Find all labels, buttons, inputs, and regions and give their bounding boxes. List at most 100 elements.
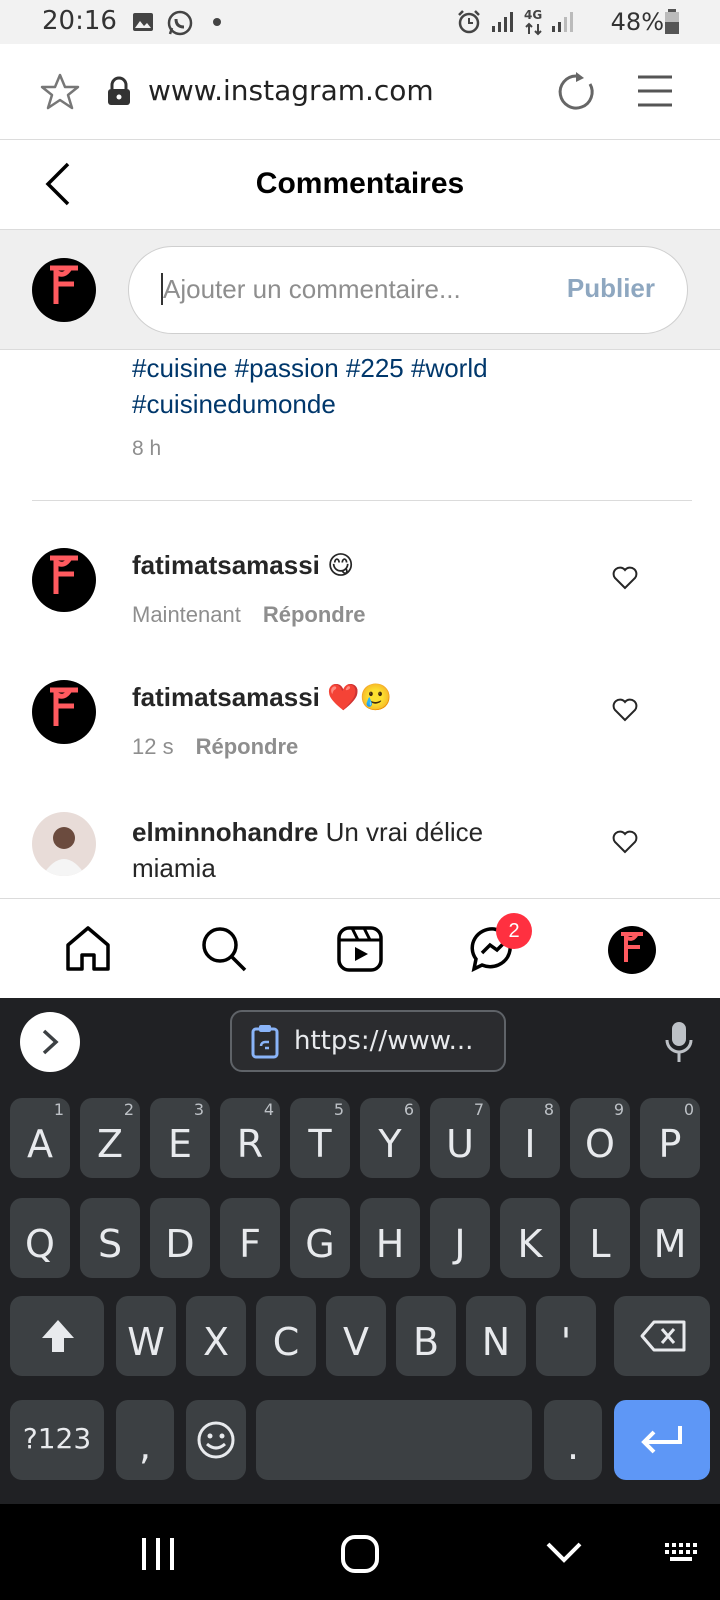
like-heart-icon[interactable] bbox=[612, 566, 638, 590]
gallery-icon bbox=[133, 13, 153, 31]
key-h[interactable]: H bbox=[360, 1198, 420, 1278]
key-p[interactable]: P0 bbox=[640, 1098, 700, 1178]
keyboard-switch-icon[interactable] bbox=[664, 1542, 698, 1564]
key-o[interactable]: O9 bbox=[570, 1098, 630, 1178]
key-label: T bbox=[308, 1122, 332, 1166]
home-button-icon[interactable] bbox=[340, 1534, 380, 1574]
key-l[interactable]: L bbox=[570, 1198, 630, 1278]
key-a[interactable]: A1 bbox=[10, 1098, 70, 1178]
comment-text: Un vrai délice bbox=[325, 817, 484, 847]
key-t[interactable]: T5 bbox=[290, 1098, 350, 1178]
publish-button[interactable]: Publier bbox=[567, 273, 655, 304]
key-label: F bbox=[239, 1222, 261, 1266]
lock-icon bbox=[108, 76, 130, 105]
key-j[interactable]: J bbox=[430, 1198, 490, 1278]
clipboard-suggestion[interactable]: https://www... bbox=[230, 1010, 506, 1072]
key-r[interactable]: R4 bbox=[220, 1098, 280, 1178]
key-hint-number: 5 bbox=[333, 1100, 344, 1119]
reply-button[interactable]: Répondre bbox=[196, 734, 299, 759]
key-v[interactable]: V bbox=[326, 1296, 386, 1376]
key-label: D bbox=[165, 1222, 195, 1266]
bottom-navigation: 2 bbox=[0, 898, 720, 998]
network-type: 4G bbox=[524, 8, 543, 22]
key-label: Y bbox=[378, 1122, 402, 1166]
key-x[interactable]: X bbox=[186, 1296, 246, 1376]
comment-body: elminnohandre Un vrai délice miamia bbox=[132, 814, 572, 886]
key-label: N bbox=[481, 1320, 511, 1364]
key-label: V bbox=[343, 1320, 369, 1364]
reply-button[interactable]: Répondre bbox=[263, 602, 366, 627]
url-field[interactable]: www.instagram.com bbox=[148, 74, 434, 107]
like-heart-icon[interactable] bbox=[612, 830, 638, 854]
signal-2-icon bbox=[552, 12, 573, 32]
comment-text: 😋 bbox=[327, 550, 355, 580]
comment-time: 12 s bbox=[132, 734, 174, 759]
comment-avatar[interactable] bbox=[32, 548, 96, 612]
hashtags-line-2[interactable]: #cuisinedumonde bbox=[132, 386, 652, 422]
key-label: Q bbox=[25, 1222, 55, 1266]
profile-tab-avatar[interactable] bbox=[608, 926, 656, 974]
home-icon[interactable] bbox=[64, 925, 112, 973]
key-s[interactable]: S bbox=[80, 1198, 140, 1278]
comment-input[interactable]: Ajouter un commentaire... Publier bbox=[128, 246, 688, 334]
backspace-key[interactable] bbox=[614, 1296, 710, 1376]
key-y[interactable]: Y6 bbox=[360, 1098, 420, 1178]
key-label: ' bbox=[560, 1320, 572, 1364]
comment-username[interactable]: fatimatsamassi bbox=[132, 682, 320, 712]
comment-placeholder: Ajouter un commentaire... bbox=[163, 274, 461, 304]
logo-monogram-icon bbox=[50, 555, 78, 594]
hashtags-line-1[interactable]: #cuisine #passion #225 #world bbox=[132, 350, 652, 386]
key-label: G bbox=[305, 1222, 335, 1266]
key-i[interactable]: I8 bbox=[500, 1098, 560, 1178]
comment-avatar[interactable] bbox=[32, 680, 96, 744]
comma-key[interactable]: , bbox=[116, 1400, 174, 1480]
key-d[interactable]: D bbox=[150, 1198, 210, 1278]
key-m[interactable]: M bbox=[640, 1198, 700, 1278]
menu-icon[interactable] bbox=[636, 74, 674, 108]
star-icon[interactable] bbox=[40, 72, 80, 110]
emoji-key[interactable] bbox=[186, 1400, 246, 1480]
key-apostrophe[interactable]: ' bbox=[536, 1296, 596, 1376]
messages-badge: 2 bbox=[496, 913, 532, 949]
key-label: Z bbox=[96, 1122, 124, 1166]
key-b[interactable]: B bbox=[396, 1296, 456, 1376]
comment-username[interactable]: fatimatsamassi bbox=[132, 550, 320, 580]
period-key[interactable]: . bbox=[544, 1400, 602, 1480]
caption-hashtags: #cuisine #passion #225 #world #cuisinedu… bbox=[132, 350, 652, 422]
recent-apps-icon[interactable] bbox=[140, 1536, 176, 1572]
comment-avatar[interactable] bbox=[32, 812, 96, 876]
key-label: L bbox=[589, 1222, 611, 1266]
reload-icon[interactable] bbox=[556, 72, 596, 112]
enter-key[interactable] bbox=[614, 1400, 710, 1480]
status-time: 20:16 bbox=[42, 6, 117, 36]
key-e[interactable]: E3 bbox=[150, 1098, 210, 1178]
user-avatar[interactable] bbox=[32, 258, 96, 322]
backspace-icon bbox=[640, 1320, 686, 1352]
key-g[interactable]: G bbox=[290, 1198, 350, 1278]
key-n[interactable]: N bbox=[466, 1296, 526, 1376]
logo-monogram-icon bbox=[50, 687, 78, 726]
comment-username[interactable]: elminnohandre bbox=[132, 817, 318, 847]
alarm-icon bbox=[458, 10, 480, 34]
key-z[interactable]: Z2 bbox=[80, 1098, 140, 1178]
key-w[interactable]: W bbox=[116, 1296, 176, 1376]
space-key[interactable] bbox=[256, 1400, 532, 1480]
reels-icon[interactable] bbox=[336, 925, 384, 973]
expand-toolbar-button[interactable] bbox=[20, 1012, 80, 1072]
search-icon[interactable] bbox=[200, 925, 248, 973]
key-c[interactable]: C bbox=[256, 1296, 316, 1376]
comment-time: Maintenant bbox=[132, 602, 241, 627]
like-heart-icon[interactable] bbox=[612, 698, 638, 722]
shift-key[interactable] bbox=[10, 1296, 104, 1376]
key-k[interactable]: K bbox=[500, 1198, 560, 1278]
browser-toolbar: www.instagram.com bbox=[0, 44, 720, 140]
key-f[interactable]: F bbox=[220, 1198, 280, 1278]
symbols-key[interactable]: ?123 bbox=[10, 1400, 104, 1480]
clipboard-link-icon bbox=[251, 1025, 279, 1059]
hide-keyboard-icon[interactable] bbox=[546, 1540, 582, 1564]
comment-text: ❤️🥲 bbox=[327, 682, 392, 712]
key-label: H bbox=[375, 1222, 405, 1266]
key-q[interactable]: Q bbox=[10, 1198, 70, 1278]
key-u[interactable]: U7 bbox=[430, 1098, 490, 1178]
microphone-icon[interactable] bbox=[664, 1020, 694, 1064]
